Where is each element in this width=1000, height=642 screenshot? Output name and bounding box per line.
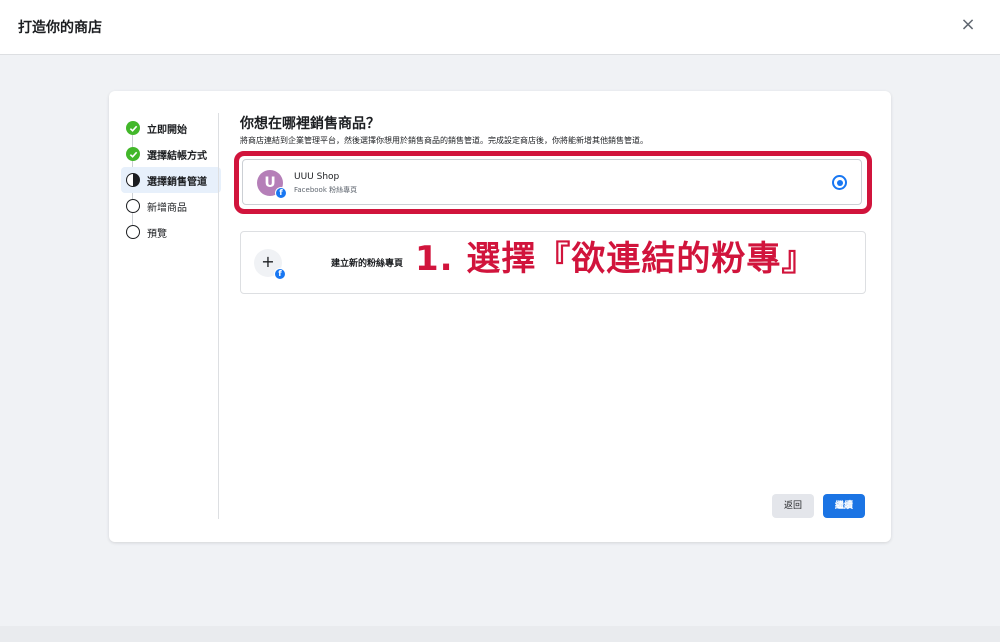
page-title: 打造你的商店	[18, 20, 102, 36]
back-button[interactable]: 返回	[772, 494, 814, 518]
check-circle-icon	[126, 121, 140, 135]
vertical-divider	[218, 113, 219, 519]
setup-card: 立即開始 選擇結帳方式 選擇銷售管道 新增商品 預覽 你想在哪裡銷售商品？ 將商…	[109, 91, 891, 542]
step-start[interactable]: 立即開始	[121, 115, 221, 141]
close-icon[interactable]: ×	[958, 15, 978, 35]
continue-button[interactable]: 繼續	[823, 494, 865, 518]
step-label: 選擇銷售管道	[147, 176, 207, 188]
section-description: 將商店連結到企業管理平台，然後選擇你想用於銷售商品的銷售管道。完成設定商店後，你…	[240, 136, 648, 145]
plus-icon: + f	[254, 249, 286, 280]
step-sales-channel[interactable]: 選擇銷售管道	[121, 167, 221, 193]
facebook-icon: f	[274, 268, 286, 280]
step-preview[interactable]: 預覽	[121, 219, 221, 245]
step-label: 預覽	[147, 228, 167, 240]
step-add-products[interactable]: 新增商品	[121, 193, 221, 219]
content-header: 你想在哪裡銷售商品？ 將商店連結到企業管理平台，然後選擇你想用於銷售商品的銷售管…	[240, 113, 870, 146]
step-label: 立即開始	[147, 124, 187, 136]
annotation-text: 1. 選擇『欲連結的粉專』	[415, 239, 817, 279]
bottom-strip	[0, 626, 1000, 642]
create-page-label: 建立新的粉絲專頁	[331, 259, 404, 269]
annotation-highlight-box	[234, 151, 872, 214]
half-circle-icon	[126, 173, 140, 187]
section-heading: 你想在哪裡銷售商品？	[240, 116, 380, 132]
empty-circle-icon	[126, 199, 140, 213]
step-label: 選擇結帳方式	[147, 150, 207, 162]
check-circle-icon	[126, 147, 140, 161]
step-checkout[interactable]: 選擇結帳方式	[121, 141, 221, 167]
step-label: 新增商品	[147, 202, 187, 214]
step-list: 立即開始 選擇結帳方式 選擇銷售管道 新增商品 預覽	[121, 115, 221, 245]
top-bar: 打造你的商店 ×	[0, 0, 1000, 55]
empty-circle-icon	[126, 225, 140, 239]
